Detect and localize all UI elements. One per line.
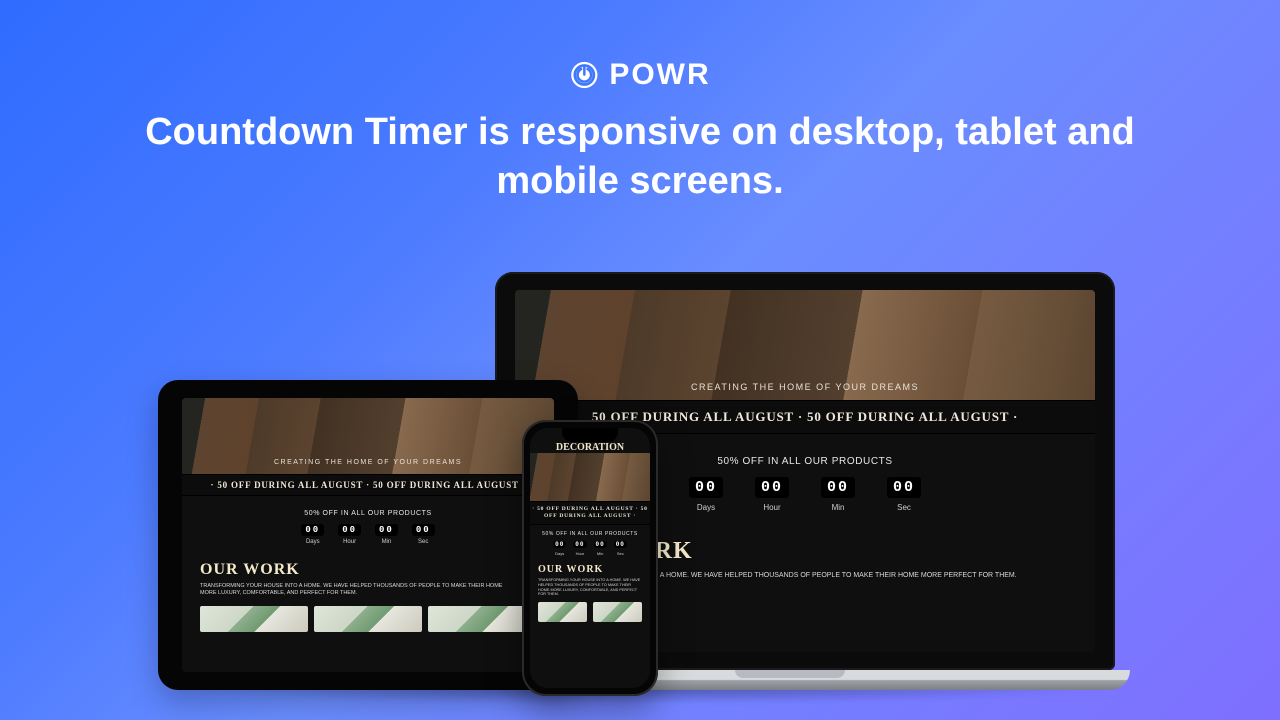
our-work-subtitle: TRANSFORMING YOUR HOUSE INTO A HOME. WE …	[538, 578, 642, 597]
timer-days: 00 Days	[553, 541, 566, 556]
timer-secs-label: Sec	[897, 503, 911, 512]
our-work-thumbnails	[538, 602, 642, 622]
timer-days-value: 00	[689, 477, 723, 498]
our-work-title: OUR WORK	[200, 561, 554, 579]
our-work-title: OUR WORK	[538, 564, 650, 575]
timer-hours-label: Hour	[763, 503, 780, 512]
page-headline: Countdown Timer is responsive on desktop…	[80, 108, 1200, 207]
timer-hours: 00 Hour	[338, 524, 361, 545]
promo-ribbon: · 50 OFF DURING ALL AUGUST · 50 OFF DURI…	[530, 501, 650, 525]
promo-headline: 50% OFF IN ALL OUR PRODUCTS	[182, 510, 554, 517]
timer-secs: 00 Sec	[887, 477, 921, 512]
countdown-timer: 00 Days 00 Hour 00 Min 00 Sec	[182, 524, 554, 545]
timer-secs: 00 Sec	[412, 524, 435, 545]
hero-image: CREATING THE HOME OF YOUR DREAMS	[515, 290, 1095, 400]
timer-hours-value: 00	[755, 477, 789, 498]
device-phone: HOME DECORATION · 50 OFF DURING ALL AUGU…	[522, 420, 658, 696]
hero-tagline: CREATING THE HOME OF YOUR DREAMS	[691, 382, 919, 400]
timer-days-label: Days	[697, 503, 715, 512]
promo-ribbon: · 50 OFF DURING ALL AUGUST · 50 OFF DURI…	[182, 474, 554, 496]
site-title-line2: DECORATION	[530, 443, 650, 454]
timer-days: 00 Days	[689, 477, 723, 512]
timer-secs-label: Sec	[617, 551, 624, 556]
our-work-subtitle: TRANSFORMING YOUR HOUSE INTO A HOME. WE …	[200, 583, 510, 598]
phone-screen: HOME DECORATION · 50 OFF DURING ALL AUGU…	[530, 428, 650, 688]
timer-hours: 00 Hour	[755, 477, 789, 512]
timer-secs-label: Sec	[418, 539, 428, 545]
laptop-notch	[735, 670, 845, 678]
thumbnail	[314, 606, 422, 632]
timer-mins-label: Min	[382, 539, 392, 545]
timer-hours-label: Hour	[576, 551, 585, 556]
hero-image	[530, 453, 650, 501]
timer-hours-value: 00	[573, 541, 586, 548]
timer-mins: 00 Min	[821, 477, 855, 512]
hero-image: CREATING THE HOME OF YOUR DREAMS	[182, 398, 554, 474]
timer-secs-value: 00	[614, 541, 627, 548]
brand-mark-icon	[569, 60, 599, 90]
device-tablet: CREATING THE HOME OF YOUR DREAMS · 50 OF…	[158, 380, 578, 690]
countdown-timer: 00 Days 00 Hour 00 Min 00 Sec	[530, 541, 650, 556]
promo-headline: 50% OFF IN ALL OUR PRODUCTS	[530, 531, 650, 537]
timer-mins: 00 Min	[375, 524, 398, 545]
timer-days-label: Days	[306, 539, 320, 545]
phone-notch-icon	[562, 428, 618, 442]
hero-tagline: CREATING THE HOME OF YOUR DREAMS	[274, 459, 462, 474]
thumbnail	[428, 606, 536, 632]
timer-days-value: 00	[301, 524, 324, 536]
timer-mins: 00 Min	[594, 541, 607, 556]
brand-name: POWR	[609, 58, 710, 92]
timer-secs-value: 00	[412, 524, 435, 536]
timer-hours-value: 00	[338, 524, 361, 536]
thumbnail	[593, 602, 642, 622]
tablet-screen: CREATING THE HOME OF YOUR DREAMS · 50 OF…	[182, 398, 554, 672]
thumbnail	[200, 606, 308, 632]
timer-mins-value: 00	[594, 541, 607, 548]
timer-mins-label: Min	[832, 503, 845, 512]
our-work-subtitle: E INTO A HOME. WE HAVE HELPED THOUSANDS …	[635, 571, 1061, 580]
device-showcase: CREATING THE HOME OF YOUR DREAMS 50 OFF …	[0, 230, 1280, 720]
timer-hours: 00 Hour	[573, 541, 586, 556]
brand-logo: POWR	[569, 58, 710, 92]
timer-secs: 00 Sec	[614, 541, 627, 556]
thumbnail	[538, 602, 587, 622]
our-work-title: ORK	[635, 538, 1095, 565]
timer-days: 00 Days	[301, 524, 324, 545]
timer-days-value: 00	[553, 541, 566, 548]
timer-days-label: Days	[555, 551, 564, 556]
timer-hours-label: Hour	[343, 539, 356, 545]
timer-mins-label: Min	[597, 551, 603, 556]
timer-secs-value: 00	[887, 477, 921, 498]
timer-mins-value: 00	[821, 477, 855, 498]
timer-mins-value: 00	[375, 524, 398, 536]
our-work-thumbnails	[200, 606, 536, 632]
